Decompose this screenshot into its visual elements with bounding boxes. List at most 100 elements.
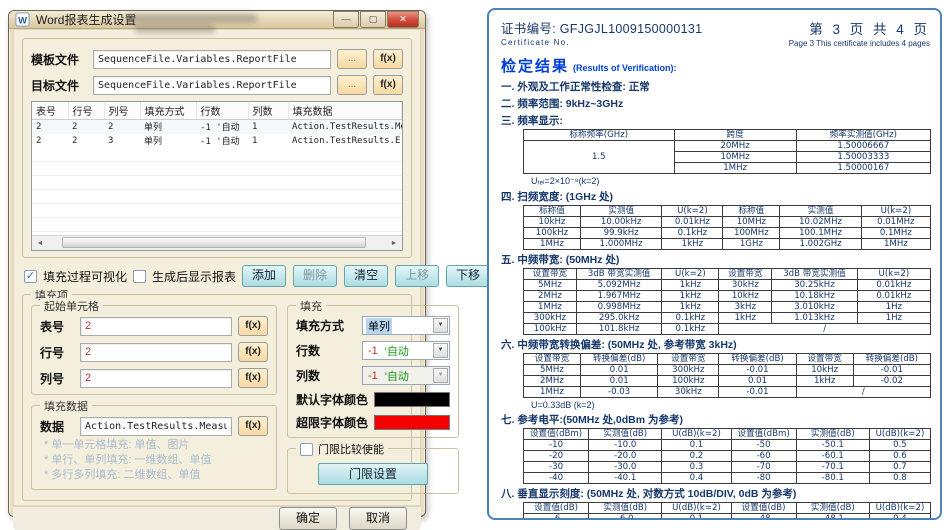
table-cell: 0.01kHz xyxy=(662,217,723,228)
table-header-row: 标称频率(GHz)跨度频率实测值(GHz) xyxy=(524,130,931,141)
threshold-enable-checkbox[interactable] xyxy=(300,443,313,456)
table-cell: / xyxy=(719,324,931,335)
table-cell: 0.1 xyxy=(662,514,731,521)
delete-button[interactable]: 删除 xyxy=(293,265,337,287)
table-no-input[interactable] xyxy=(80,317,232,336)
table-row: 5MHz0.01300kHz-0.0110kHz-0.01 xyxy=(524,365,931,376)
table-cell: 0.2 xyxy=(662,451,731,462)
mapping-listview[interactable]: 表号行号列号填充方式行数列数填充数据 222单列-1 '自动1Action.Te… xyxy=(31,101,403,251)
table-cell: 5MHz xyxy=(524,280,577,291)
target-browse-button[interactable]: ... xyxy=(337,75,367,95)
table-cell: 101.8kHz xyxy=(576,324,661,335)
table-cell: Action.TestResults.Errors xyxy=(288,134,402,148)
column-header: 频率实测值(GHz) xyxy=(796,130,930,141)
column-header: 实测值 xyxy=(780,206,861,217)
table-row[interactable]: 223单列-1 '自动1Action.TestResults.Errors xyxy=(32,134,402,148)
file-list-group: 模板文件 ... f(x) 目标文件 ... f(x) 表号行号列号填充方式行数… xyxy=(22,38,412,258)
col-no-label: 列号 xyxy=(40,370,74,387)
data-input[interactable] xyxy=(80,417,232,436)
minimize-button-icon[interactable]: — xyxy=(333,11,359,28)
target-fx-button[interactable]: f(x) xyxy=(373,75,403,95)
table-cell: 30kHz xyxy=(719,280,772,291)
data-fx-button[interactable]: f(x) xyxy=(238,416,268,436)
over-limit-font-color-swatch[interactable] xyxy=(374,415,450,430)
template-browse-button[interactable]: ... xyxy=(337,49,367,69)
close-button-icon[interactable]: ✕ xyxy=(387,11,419,28)
move-up-button[interactable]: 上移 xyxy=(395,265,439,287)
table-cell: 10.18kHz xyxy=(772,291,857,302)
table-cell: 100kHz xyxy=(524,228,581,239)
show-after-checkbox[interactable] xyxy=(133,270,146,283)
certificate-number-en: Certificate No. xyxy=(501,38,702,47)
col-no-fx-button[interactable]: f(x) xyxy=(238,368,268,388)
col-count-value-auto: '自动 xyxy=(383,368,411,384)
column-header: 实测值(dB) xyxy=(796,429,869,440)
table-cell: 0.3 xyxy=(662,462,731,473)
visualize-checkbox[interactable]: ✓ xyxy=(24,270,37,283)
table-cell: -80.1 xyxy=(796,473,869,484)
table-cell: 10kHz xyxy=(796,365,853,376)
table-row: 100kHz101.8kHz0.1kHz/ xyxy=(524,324,931,335)
table-cell: -40 xyxy=(524,473,589,484)
threshold-group: 门限比较使能 门限设置 xyxy=(287,448,459,494)
template-file-input[interactable] xyxy=(93,50,331,69)
table-cell: -60.1 xyxy=(796,451,869,462)
table-cell: 1.50006667 xyxy=(796,141,930,152)
list-controls-row: ✓ 填充过程可视化 生成后显示报表 添加 删除 清空 上移 下移 xyxy=(22,265,412,287)
scroll-right-icon[interactable]: ► xyxy=(386,240,402,247)
scrollbar-thumb[interactable] xyxy=(62,237,366,248)
row-count-dropdown[interactable]: -1 '自动 ▼ xyxy=(362,341,450,360)
table-cell: 10MHz xyxy=(674,152,796,163)
column-header: 实测值(dB) xyxy=(589,429,662,440)
col-no-input[interactable] xyxy=(80,369,232,388)
clear-button[interactable]: 清空 xyxy=(344,265,388,287)
table-cell: 1MHz xyxy=(674,163,796,174)
mapping-table: 表号行号列号填充方式行数列数填充数据 222单列-1 '自动1Action.Te… xyxy=(32,102,402,148)
horizontal-scrollbar[interactable]: ◄ ► xyxy=(32,235,402,250)
dialog-body: 模板文件 ... f(x) 目标文件 ... f(x) 表号行号列号填充方式行数… xyxy=(13,29,421,506)
table-cell: 2 xyxy=(68,120,104,134)
table-cell: -70 xyxy=(731,462,796,473)
chevron-down-icon[interactable]: ▼ xyxy=(433,343,448,358)
row-no-input[interactable] xyxy=(80,343,232,362)
certificate-page: 证书编号: GFJGJL1009150000131 Certificate No… xyxy=(487,8,942,520)
table-cell: 1.967MHz xyxy=(576,291,661,302)
table-cell: 1kHz xyxy=(662,302,719,313)
target-file-input[interactable] xyxy=(93,76,331,95)
column-header: 转换偏差(dB) xyxy=(853,354,930,365)
scroll-left-icon[interactable]: ◄ xyxy=(32,240,48,247)
dialog-titlebar[interactable]: W Word报表生成设置 — ▢ ✕ xyxy=(9,11,425,29)
column-header: U(dB)(k=2) xyxy=(662,503,731,514)
table-cell: -0.01 xyxy=(719,365,796,376)
row-count-label: 行数 xyxy=(296,342,356,359)
column-header: 填充方式 xyxy=(140,102,196,120)
chevron-down-icon[interactable]: ▼ xyxy=(433,318,448,333)
table-cell: 0.1kHz xyxy=(662,313,719,324)
threshold-enable-label: 门限比较使能 xyxy=(318,441,384,457)
visualize-checkbox-label: 填充过程可视化 xyxy=(43,268,127,285)
column-header: 3dB 带宽实测值 xyxy=(576,269,661,280)
table-no-fx-button[interactable]: f(x) xyxy=(238,316,268,336)
table-cell: -6 xyxy=(524,514,589,521)
table-cell: 100kHz xyxy=(524,324,577,335)
move-down-button[interactable]: 下移 xyxy=(446,265,490,287)
maximize-button-icon[interactable]: ▢ xyxy=(360,11,386,28)
table-cell: 单列 xyxy=(140,134,196,148)
template-fx-button[interactable]: f(x) xyxy=(373,49,403,69)
column-header: 设置值(dBm) xyxy=(731,429,796,440)
certificate-header: 证书编号: GFJGJL1009150000131 Certificate No… xyxy=(501,18,930,48)
table-row[interactable]: 222单列-1 '自动1Action.TestResults.Measureme… xyxy=(32,120,402,134)
table-row: 1MHz1.000MHz1kHz1GHz1.002GHz1MHz xyxy=(524,239,931,250)
row-no-fx-button[interactable]: f(x) xyxy=(238,342,268,362)
sweep-width-table: 标称值实测值U(k=2)标称值实测值U(k=2) 10kHz10.00kHz0.… xyxy=(523,205,931,250)
threshold-settings-button[interactable]: 门限设置 xyxy=(318,463,428,485)
add-button[interactable]: 添加 xyxy=(242,265,286,287)
table-cell: 10kHz xyxy=(524,217,581,228)
page-indicator-en: Page 3 This certificate includes 4 pages xyxy=(789,39,930,48)
table-cell: 单列 xyxy=(140,120,196,134)
table-cell: 5.092MHz xyxy=(576,280,661,291)
column-header: 转换偏差(dB) xyxy=(719,354,796,365)
default-font-color-swatch[interactable] xyxy=(374,392,450,407)
fill-mode-dropdown[interactable]: 单列 ▼ xyxy=(362,316,450,335)
uncertainty-note-freq: Uᵣₑₗ=2×10⁻⁸(k=2) xyxy=(531,176,930,187)
